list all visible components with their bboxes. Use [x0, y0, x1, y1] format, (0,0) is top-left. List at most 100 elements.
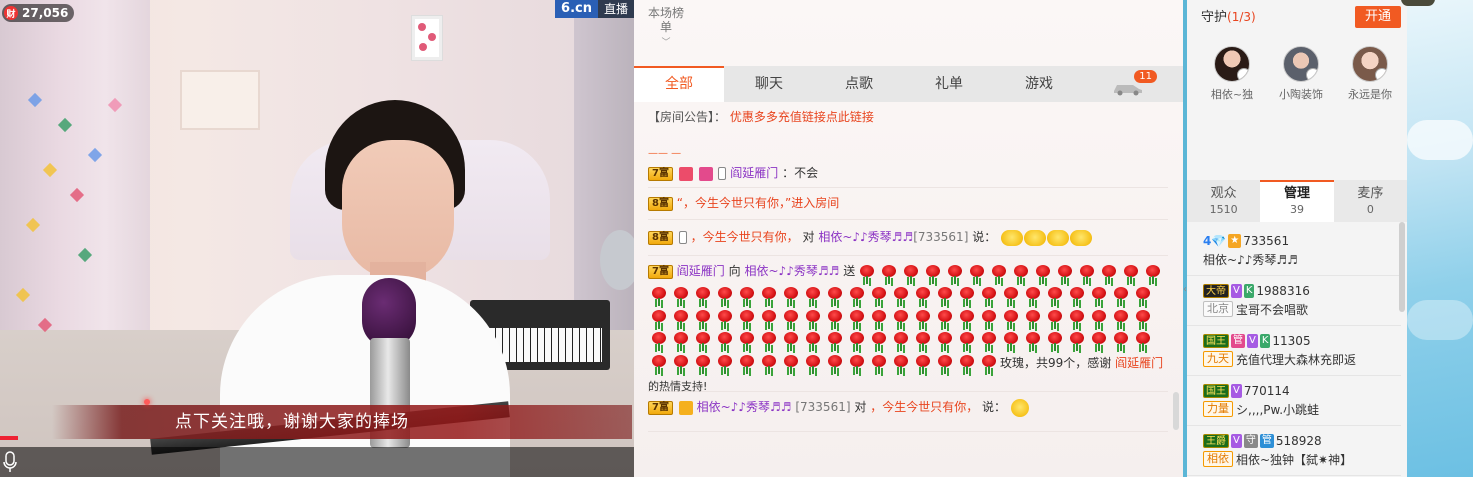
guard-list: 相依~独 小陶装饰 永远是你 [1201, 46, 1401, 102]
user-name[interactable]: 相依~♪♪秀琴♬♬ [697, 400, 792, 414]
rose-icon [671, 331, 691, 351]
avatar [1283, 46, 1319, 82]
tab-chat[interactable]: 聊天 [724, 66, 814, 102]
guard-name: 小陶装饰 [1279, 88, 1323, 101]
list-item[interactable]: 国王 管 V K 11305 九天 充值代理大森林充即返 [1187, 326, 1401, 376]
tab-mic-queue[interactable]: 麦序 0 [1334, 180, 1407, 222]
rose-icon [847, 286, 867, 306]
notice-link[interactable]: 优惠多多充值链接点此链接 [730, 110, 874, 124]
rose-icon [803, 331, 823, 351]
laugh-emoji-icon [1047, 229, 1070, 246]
rose-icon [957, 286, 977, 306]
wealth-level-badge: 7富 [648, 166, 673, 181]
fan [600, 230, 634, 290]
shelf [180, 70, 260, 130]
admin-badge-icon: 管 [1259, 434, 1274, 448]
laugh-emoji-icon [1070, 229, 1093, 246]
noble-title-badge: 国王 [1203, 334, 1229, 348]
guard-name: 相依~独 [1210, 88, 1254, 101]
stat-value: 1510 [1209, 203, 1238, 216]
user-id: 11305 [1272, 334, 1311, 348]
noble-title-badge: 大帝 [1203, 284, 1229, 298]
target-user-name[interactable]: ，今生今世只有你， [870, 400, 978, 414]
rose-icon [891, 286, 911, 306]
rose-icon [1067, 331, 1087, 351]
rose-icon [649, 331, 669, 351]
room-notice: 【房间公告】： 优惠多多充值链接点此链接 [648, 108, 874, 125]
user-name[interactable]: 阎延雁门 [730, 166, 778, 180]
rose-icon [1133, 309, 1153, 329]
notice-prefix: 【房间公告】： [648, 110, 727, 124]
tab-gift-list[interactable]: 礼单 [904, 66, 994, 102]
guard-title: 守护 [1201, 10, 1228, 25]
list-item[interactable]: 国王 V 770114 力量 シ,,,,Pw.小跳蛙 [1187, 376, 1401, 426]
rose-icon [715, 286, 735, 306]
rose-icon [781, 286, 801, 306]
microphone-icon[interactable] [2, 450, 18, 474]
corner-badge [1401, 0, 1435, 6]
user-name: シ,,,,Pw.小跳蛙 [1236, 402, 1320, 417]
chevron-down-icon: ﹀ [661, 38, 671, 48]
avatar [1214, 46, 1250, 82]
rose-icon [649, 286, 669, 306]
message-say: 说： [972, 230, 997, 244]
rose-icon [901, 264, 921, 284]
tab-games[interactable]: 游戏 [994, 66, 1084, 102]
rose-icon [1133, 286, 1153, 306]
live-label: 直播 [597, 0, 634, 18]
list-item[interactable]: 王爵 V 守 管 518928 相依 相依~独钟【弑✷神】 [1187, 426, 1401, 476]
rose-icon [781, 309, 801, 329]
rose-icon [1033, 264, 1053, 284]
chat-tabs: 全部 聊天 点歌 礼单 游戏 11 [634, 66, 1183, 102]
guard-item[interactable]: 相依~独 [1201, 46, 1263, 102]
rose-icon [935, 286, 955, 306]
list-item[interactable]: 4💎 ★ 733561 相依~♪♪秀琴♬♬ [1187, 226, 1401, 276]
user-id: 733561 [1243, 234, 1290, 248]
vip-badge-icon: V [1231, 384, 1242, 398]
rose-icon [1023, 331, 1043, 351]
message-to: 对 [854, 400, 867, 414]
rose-icon [989, 264, 1009, 284]
tab-admins[interactable]: 管理 39 [1260, 180, 1334, 222]
rose-icon [825, 309, 845, 329]
rose-icon [967, 264, 987, 284]
chat-divider: —— — [648, 148, 682, 159]
tab-all[interactable]: 全部 [634, 66, 724, 102]
rose-icon [715, 309, 735, 329]
rose-icon [1011, 264, 1031, 284]
phone-icon [678, 231, 687, 244]
stat-value: 39 [1289, 203, 1304, 216]
volume-progress[interactable] [0, 436, 18, 440]
guard-count: (1/3) [1227, 10, 1256, 24]
chat-message: 7富 阎延雁门 ：不会 [648, 164, 1168, 188]
rose-icon [1089, 331, 1109, 351]
chat-scrollbar[interactable] [1173, 392, 1179, 430]
rose-icon [913, 286, 933, 306]
brand-logo[interactable]: 6.cn [555, 0, 598, 18]
rose-icon [1001, 286, 1021, 306]
rose-icon [693, 309, 713, 329]
side-scrollbar[interactable] [1399, 222, 1405, 312]
chat-message: 7富 相依~♪♪秀琴♬♬ [733561] 对 ，今生今世只有你， 说： [648, 398, 1168, 432]
video-player[interactable]: 财 27,056 6.cn 直播 点下关注哦，谢谢大家的捧场 [0, 0, 634, 477]
rose-icon [1001, 309, 1021, 329]
rose-icon [869, 286, 889, 306]
target-user-name[interactable]: 相依~♪♪秀琴♬♬ [818, 230, 913, 244]
user-id: 518928 [1275, 434, 1322, 448]
rose-icon [1089, 286, 1109, 306]
rose-icon [1045, 331, 1065, 351]
k-badge-icon: K [1243, 284, 1255, 298]
rose-icon [803, 309, 823, 329]
laugh-emoji-icon [1024, 229, 1047, 246]
list-item[interactable]: 大帝 V K 1988316 北京 宝哥不会唱歌 [1187, 276, 1401, 326]
tab-audience[interactable]: 观众 1510 [1187, 180, 1260, 222]
guard-item[interactable]: 永远是你 [1339, 46, 1401, 102]
rank-tab[interactable]: 本场榜单 ﹀ [648, 6, 684, 52]
tab-song-request[interactable]: 点歌 [814, 66, 904, 102]
rose-icon [1121, 264, 1141, 284]
open-guard-button[interactable]: 开通 [1355, 6, 1401, 28]
rose-icon [935, 309, 955, 329]
guard-item[interactable]: 小陶装饰 [1270, 46, 1332, 102]
user-name[interactable]: ，今生今世只有你， [691, 230, 799, 244]
k-badge-icon: K [1259, 334, 1271, 348]
